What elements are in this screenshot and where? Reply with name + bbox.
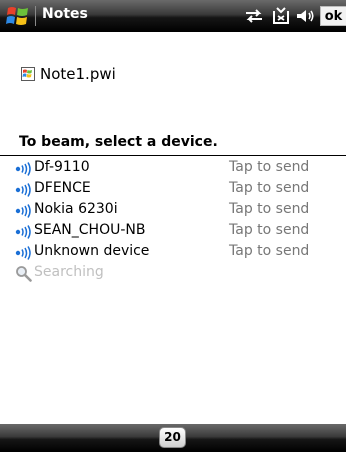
ok-button[interactable]: ok	[320, 6, 346, 26]
device-name: DFENCE	[34, 180, 91, 196]
soft-key-bar: 20	[0, 424, 346, 452]
beam-signal-icon	[15, 245, 33, 260]
beam-signal-icon	[15, 203, 33, 218]
device-row[interactable]: SEAN_CHOU-NB Tap to send	[0, 221, 346, 242]
device-name: SEAN_CHOU-NB	[34, 222, 146, 238]
device-name: Nokia 6230i	[34, 201, 118, 217]
searching-row: Searching	[0, 263, 346, 284]
searching-status: Searching	[34, 264, 104, 280]
tap-to-send-label: Tap to send	[229, 180, 310, 196]
tap-to-send-label: Tap to send	[229, 243, 310, 259]
signal-off-icon[interactable]	[270, 5, 292, 27]
file-item[interactable]: Note1.pwi	[20, 64, 116, 84]
device-name: Unknown device	[34, 243, 150, 259]
windows-start-icon[interactable]	[6, 4, 30, 28]
title-bar: Notes ok	[0, 0, 346, 32]
input-panel-button[interactable]: 20	[159, 427, 186, 448]
device-row[interactable]: Nokia 6230i Tap to send	[0, 200, 346, 221]
device-name: Df-9110	[34, 159, 90, 175]
note-file-icon	[20, 66, 36, 82]
device-row[interactable]: Unknown device Tap to send	[0, 242, 346, 263]
device-row[interactable]: DFENCE Tap to send	[0, 179, 346, 200]
file-name: Note1.pwi	[40, 65, 116, 83]
title-separator	[35, 6, 36, 26]
beam-signal-icon	[15, 182, 33, 197]
header-divider	[0, 155, 346, 156]
device-row[interactable]: Df-9110 Tap to send	[0, 158, 346, 179]
beam-signal-icon	[15, 161, 33, 176]
magnifier-icon	[15, 265, 32, 282]
device-list: Df-9110 Tap to send DFENCE Tap to send N…	[0, 158, 346, 284]
tap-to-send-label: Tap to send	[229, 159, 310, 175]
speaker-icon[interactable]	[294, 5, 316, 27]
sync-icon[interactable]	[243, 5, 265, 27]
beam-signal-icon	[15, 224, 33, 239]
tap-to-send-label: Tap to send	[229, 222, 310, 238]
beam-header: To beam, select a device.	[19, 134, 218, 150]
tap-to-send-label: Tap to send	[229, 201, 310, 217]
window-title: Notes	[42, 6, 88, 22]
